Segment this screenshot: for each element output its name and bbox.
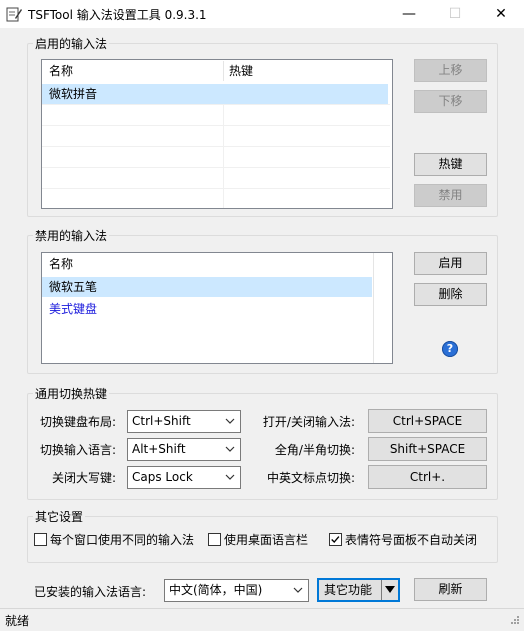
enabled-ime-group-title: 启用的输入法 [33, 35, 110, 52]
disable-button[interactable]: 禁用 [414, 184, 487, 207]
ime-name: 美式键盘 [49, 302, 98, 316]
list-header: 名称 [42, 254, 372, 274]
caps-off-select[interactable]: Caps Lock [127, 466, 241, 489]
caps-off-label: 关闭大写键: [51, 471, 116, 485]
status-bar: 就绪 [0, 608, 524, 631]
resize-grip-icon[interactable] [508, 615, 520, 627]
switch-language-select[interactable]: Alt+Shift [127, 438, 241, 461]
more-functions-button[interactable]: 其它功能 [317, 578, 400, 602]
switch-layout-select[interactable]: Ctrl+Shift [127, 410, 241, 433]
move-up-button[interactable]: 上移 [414, 59, 487, 82]
enabled-ime-list[interactable]: 名称 热键 微软拼音 [41, 59, 393, 209]
enable-button[interactable]: 启用 [414, 252, 487, 275]
header-separator [223, 61, 224, 81]
switch-layout-label: 切换键盘布局: [39, 415, 116, 429]
installed-languages-label: 已安装的输入法语言: [34, 585, 147, 599]
title-bar: TSFTool 输入法设置工具 0.9.3.1 — ☐ ✕ [0, 0, 524, 28]
grid-line [42, 188, 390, 189]
per-window-ime-checkbox[interactable] [34, 533, 47, 546]
column-header-name[interactable]: 名称 [49, 61, 73, 81]
disabled-ime-group-title: 禁用的输入法 [33, 227, 110, 244]
full-half-width-label: 全角/半角切换: [274, 443, 355, 457]
more-functions-label: 其它功能 [324, 583, 373, 597]
toggle-ime-label: 打开/关闭输入法: [262, 415, 355, 429]
punctuation-hotkey-button[interactable]: Ctrl+. [368, 465, 487, 489]
scrollbar-separator [373, 253, 374, 363]
split-separator [381, 580, 382, 600]
hotkey-group-title: 通用切换热键 [33, 385, 110, 402]
grid-line [42, 125, 390, 126]
select-value: Ctrl+Shift [132, 414, 191, 428]
other-settings-group-title: 其它设置 [33, 508, 86, 525]
grid-line [42, 146, 390, 147]
maximize-button: ☐ [448, 6, 462, 22]
hotkey-button[interactable]: 热键 [414, 153, 487, 176]
table-row[interactable]: 微软拼音 [42, 84, 388, 104]
desktop-language-bar-label[interactable]: 使用桌面语言栏 [224, 531, 308, 548]
full-half-width-hotkey-button[interactable]: Shift+SPACE [368, 437, 487, 461]
delete-button[interactable]: 删除 [414, 283, 487, 306]
move-down-button[interactable]: 下移 [414, 90, 487, 113]
grid-line [42, 104, 390, 105]
toggle-ime-hotkey-button[interactable]: Ctrl+SPACE [368, 409, 487, 433]
ime-name: 微软五笔 [49, 280, 98, 294]
select-value: Alt+Shift [132, 442, 186, 456]
grid-line [42, 167, 390, 168]
table-row[interactable]: 美式键盘 [42, 299, 372, 319]
table-row[interactable]: 微软五笔 [42, 277, 372, 297]
column-header-hotkey[interactable]: 热键 [229, 61, 253, 81]
disabled-ime-list[interactable]: 名称 微软五笔 美式键盘 [41, 252, 393, 364]
check-icon [331, 536, 340, 544]
minimize-button[interactable]: — [386, 0, 432, 28]
punctuation-label: 中英文标点切换: [266, 471, 355, 485]
grid-line [223, 104, 224, 208]
switch-language-label: 切换输入语言: [39, 443, 116, 457]
dropdown-arrow-icon[interactable] [385, 586, 395, 594]
desktop-language-bar-checkbox[interactable] [208, 533, 221, 546]
list-header: 名称 热键 [42, 61, 390, 81]
installed-language-select[interactable]: 中文(简体，中国) [164, 579, 309, 602]
close-button[interactable]: ✕ [478, 0, 524, 28]
chevron-down-icon [225, 446, 235, 452]
window-title: TSFTool 输入法设置工具 0.9.3.1 [28, 8, 207, 22]
status-text: 就绪 [5, 614, 30, 628]
refresh-button[interactable]: 刷新 [414, 578, 487, 601]
emoji-panel-label[interactable]: 表情符号面板不自动关闭 [345, 531, 477, 548]
chevron-down-icon [293, 587, 303, 593]
chevron-down-icon [225, 418, 235, 424]
chevron-down-icon [225, 474, 235, 480]
ime-name: 微软拼音 [49, 87, 98, 101]
help-icon[interactable]: ? [442, 341, 458, 357]
select-value: 中文(简体，中国) [169, 583, 263, 597]
column-header-name[interactable]: 名称 [49, 254, 73, 274]
app-icon [6, 7, 22, 22]
select-value: Caps Lock [132, 470, 193, 484]
emoji-panel-checkbox[interactable] [329, 533, 342, 546]
per-window-ime-label[interactable]: 每个窗口使用不同的输入法 [50, 531, 194, 548]
